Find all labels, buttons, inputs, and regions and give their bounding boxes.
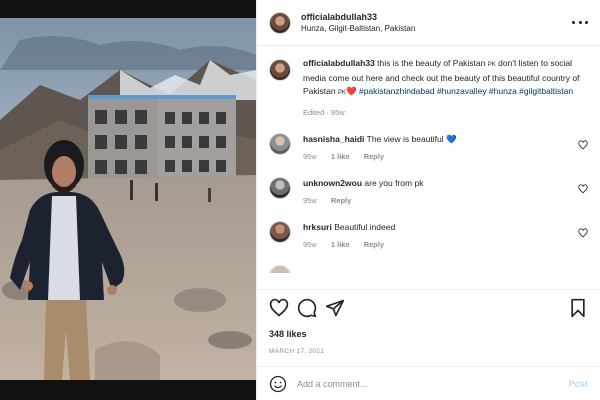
post-caption: officialabdullah33 this is the beauty of… xyxy=(269,57,588,119)
edited-label: Edited · 95w xyxy=(303,108,345,117)
comment-item: unknown2wou are you from pk 95w Reply xyxy=(269,177,588,207)
likes-count[interactable]: 348 likes xyxy=(269,329,588,339)
post-date: MARCH 17, 2021 xyxy=(269,348,325,355)
post-location[interactable]: Hunza, Gilgit-Baltistan, Pakistan xyxy=(301,24,572,33)
comment-bubble-icon[interactable] xyxy=(297,298,317,318)
comment-meta: 95w Reply xyxy=(303,195,588,207)
caption-username[interactable]: officialabdullah33 xyxy=(303,58,375,68)
comment-username[interactable]: unknown2wou xyxy=(303,178,362,188)
commenter-avatar[interactable] xyxy=(269,177,291,199)
post-photo[interactable] xyxy=(0,0,256,400)
author-avatar[interactable] xyxy=(269,11,291,34)
post-comment-button[interactable]: Post xyxy=(568,379,588,389)
share-send-icon[interactable] xyxy=(325,298,345,318)
comment-body: hasnisha_haidi The view is beautiful 💙 9… xyxy=(303,133,588,163)
emoji-icon[interactable] xyxy=(269,375,287,393)
comment-text: are you from pk xyxy=(364,178,424,188)
action-icons xyxy=(269,298,588,318)
comment-meta: 95w 1 like Reply xyxy=(303,151,588,163)
comment-body: hrksuri Beautiful indeed 95w 1 like Repl… xyxy=(303,221,588,251)
comment-body: unknown2wou are you from pk 95w Reply xyxy=(303,177,588,207)
like-comment-heart-icon[interactable] xyxy=(578,184,588,194)
like-comment-heart-icon[interactable] xyxy=(578,228,588,238)
header-text: officialabdullah33 Hunza, Gilgit-Baltist… xyxy=(301,12,572,33)
more-options-icon[interactable] xyxy=(572,18,588,28)
comment-item: hasnisha_haidi The view is beautiful 💙 9… xyxy=(269,133,588,163)
comment-item: hrksuri Beautiful indeed 95w 1 like Repl… xyxy=(269,221,588,251)
reply-button[interactable]: Reply xyxy=(331,196,351,205)
pakistan-flag-icon: PK xyxy=(487,62,496,68)
post-details-pane: officialabdullah33 Hunza, Gilgit-Baltist… xyxy=(256,0,600,400)
commenter-avatar[interactable] xyxy=(269,265,291,273)
add-comment-bar: Post xyxy=(257,366,600,400)
like-comment-heart-icon[interactable] xyxy=(578,140,588,150)
pakistan-flag-icon-2: PK xyxy=(337,90,346,96)
comment-text: The view is beautiful xyxy=(366,134,444,144)
comment-age: 95w xyxy=(303,196,317,205)
author-username[interactable]: officialabdullah33 xyxy=(301,12,572,22)
caption-meta: Edited · 95w xyxy=(303,106,588,119)
caption-text: this is the beauty of Pakistan xyxy=(377,58,486,68)
reply-button[interactable]: Reply xyxy=(364,152,384,161)
instagram-post: officialabdullah33 Hunza, Gilgit-Baltist… xyxy=(0,0,600,400)
caption-avatar[interactable] xyxy=(269,59,291,81)
post-actions: 348 likes MARCH 17, 2021 xyxy=(257,289,600,355)
comment-age: 95w xyxy=(303,240,317,249)
commenter-avatar[interactable] xyxy=(269,133,291,155)
comment-meta: 95w 1 like Reply xyxy=(303,239,588,251)
comment-username[interactable]: hasnisha_haidi xyxy=(303,134,364,144)
comment-text: Beautiful indeed xyxy=(334,222,396,232)
post-image xyxy=(0,0,256,400)
add-comment-input[interactable] xyxy=(297,378,569,389)
comment-item-partial xyxy=(269,265,588,273)
comments-list[interactable]: officialabdullah33 this is the beauty of… xyxy=(257,47,600,289)
comment-age: 95w xyxy=(303,152,317,161)
caption-hashtags[interactable]: #pakistanzhindabad #hunzavalley #hunza #… xyxy=(359,86,573,96)
reply-button[interactable]: Reply xyxy=(364,240,384,249)
like-heart-icon[interactable] xyxy=(269,298,289,318)
caption-body: officialabdullah33 this is the beauty of… xyxy=(303,57,588,119)
comment-likes[interactable]: 1 like xyxy=(331,152,350,161)
save-bookmark-icon[interactable] xyxy=(568,298,588,318)
commenter-avatar[interactable] xyxy=(269,221,291,243)
red-heart-icon: ❤️ xyxy=(346,86,357,96)
comment-username[interactable]: hrksuri xyxy=(303,222,332,232)
comment-likes[interactable]: 1 like xyxy=(331,240,350,249)
post-header: officialabdullah33 Hunza, Gilgit-Baltist… xyxy=(257,0,600,46)
blue-heart-icon: 💙 xyxy=(446,134,457,144)
